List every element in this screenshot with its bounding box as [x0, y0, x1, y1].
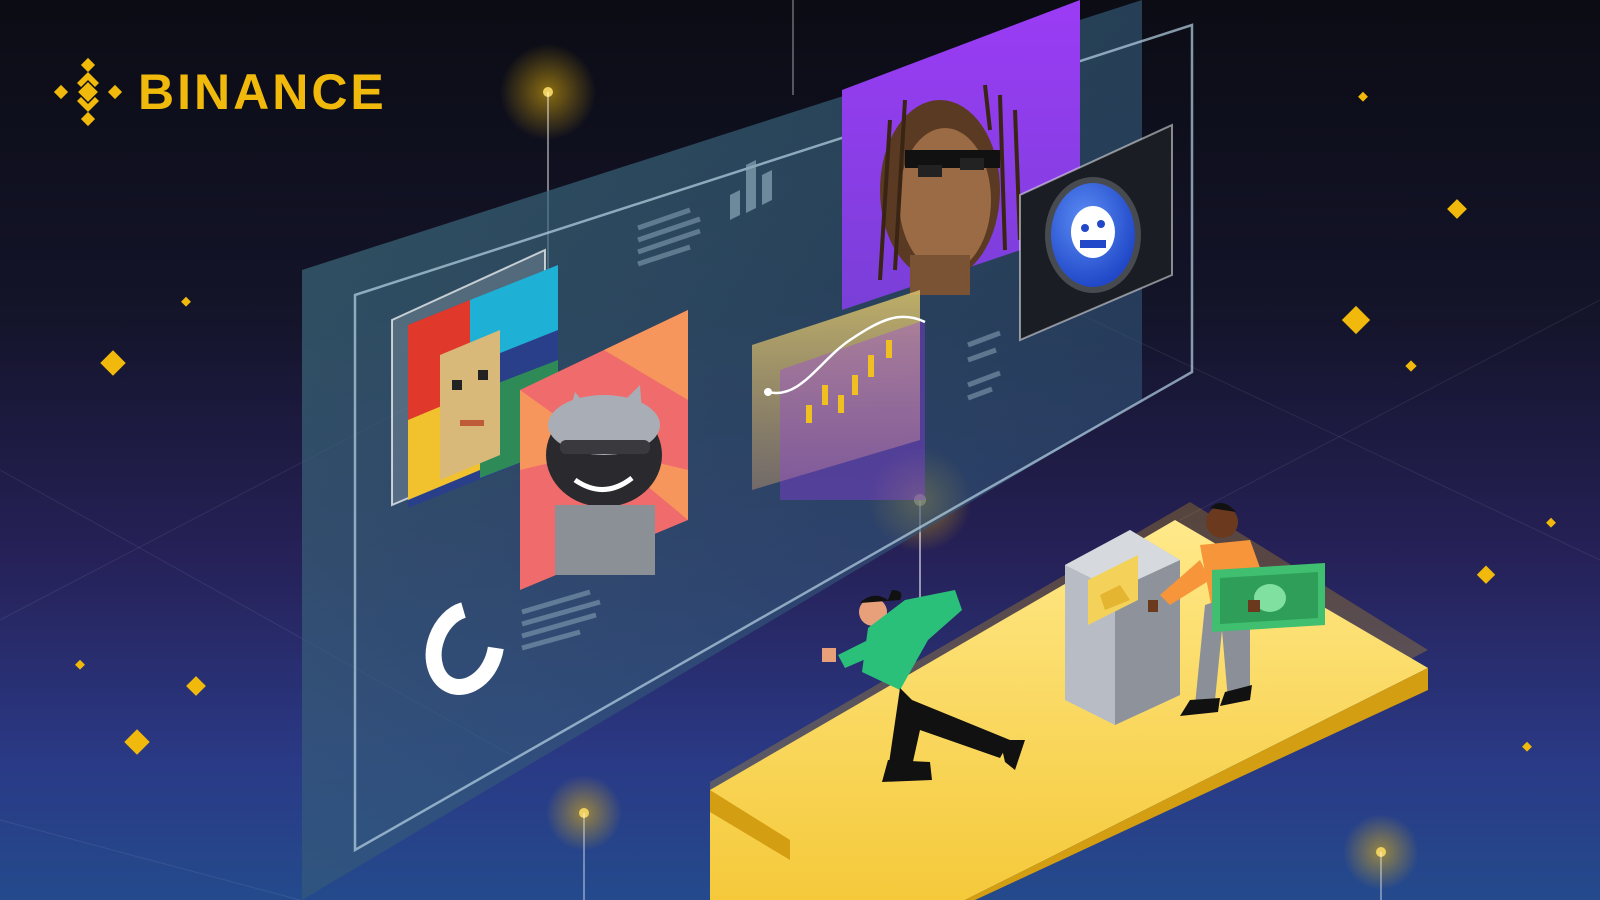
brand-name: BINANCE	[138, 64, 387, 120]
atm-kiosk	[1065, 530, 1180, 725]
brand-header: BINANCE	[52, 56, 387, 128]
nft-marketplace-illustration	[0, 0, 1600, 900]
binance-diamond-logo-icon	[53, 57, 123, 127]
